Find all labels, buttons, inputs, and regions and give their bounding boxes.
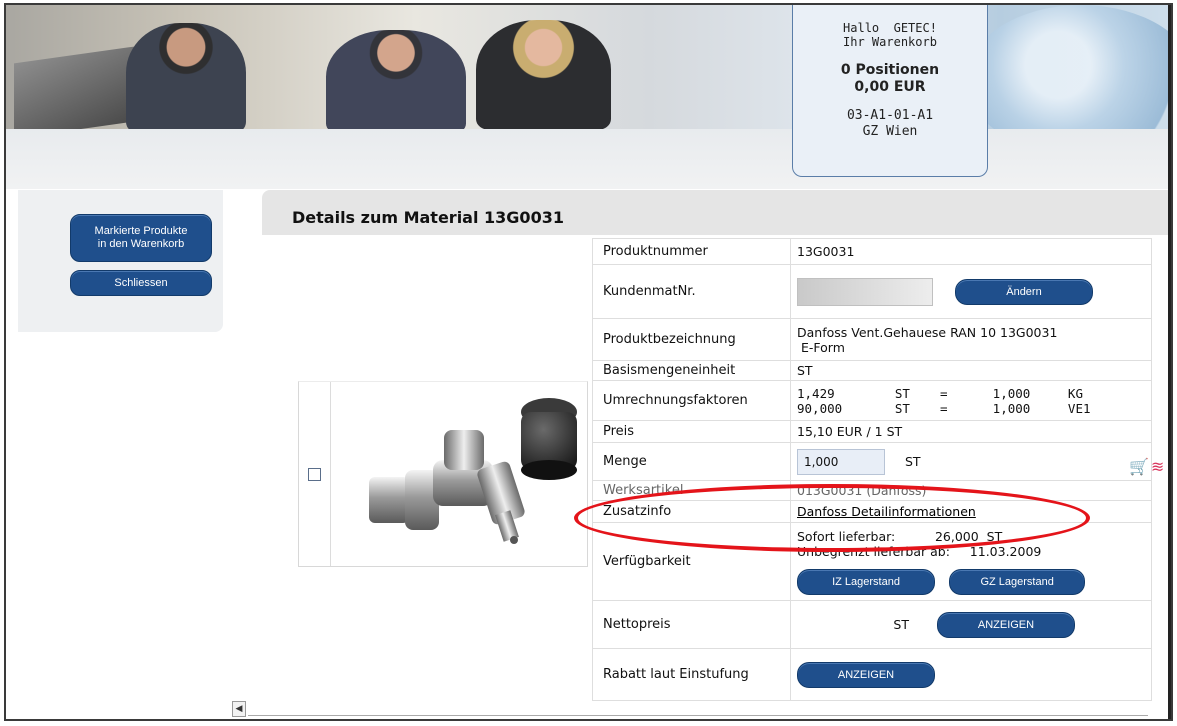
bezeichnung-line-2: E-Form — [797, 339, 845, 355]
image-divider — [330, 382, 331, 566]
laptop-image — [14, 46, 134, 139]
umrechnung-line-1: 1,429 ST = 1,000 KG — [797, 385, 1083, 401]
cart-greeting: Hallo GETEC! — [843, 21, 937, 35]
cart-positions: 0 Positionen — [840, 62, 940, 78]
rabatt-cell: ANZEIGEN — [790, 648, 1152, 701]
basis-label: Basismengeneinheit — [592, 360, 791, 381]
details-body: Produktnummer 13G0031 KundenmatNr. Änder… — [232, 235, 1171, 719]
kundenmat-input[interactable] — [797, 277, 933, 306]
rabatt-label: Rabatt laut Einstufung — [592, 648, 791, 701]
preis-value: 15,10 EUR / 1 ST — [790, 420, 1152, 443]
product-image-box — [298, 381, 588, 567]
umrechnung-value: 1,429 ST = 1,000 KG 90,000 ST = 1,000 VE1 — [790, 380, 1152, 421]
preis-label: Preis — [592, 420, 791, 443]
verfuegbarkeit-value: Sofort lieferbar: 26,000 ST Unbegrenzt l… — [790, 522, 1152, 601]
add-marked-label-2: in den Warenkorb — [97, 238, 185, 250]
table-row: Verfügbarkeit Sofort lieferbar: 26,000 S… — [592, 522, 1152, 601]
cart-code: 03-A1-01-A1 — [846, 108, 934, 123]
sidebar-panel: Markierte Produkte in den Warenkorb Schl… — [18, 190, 223, 332]
header-banner — [6, 5, 1171, 155]
nettopreis-cell: ST ANZEIGEN — [790, 600, 1152, 649]
product-info-table: Produktnummer 13G0031 KundenmatNr. Änder… — [592, 238, 1152, 701]
bezeichnung-label: Produktbezeichnung — [592, 318, 791, 361]
cart-icon[interactable]: 🛒 — [1129, 457, 1149, 476]
product-select-checkbox[interactable] — [308, 468, 321, 481]
produktnummer-value: 13G0031 — [790, 238, 1152, 265]
menge-label: Menge — [592, 442, 791, 481]
row-action-icons: 🛒 ≋ — [1129, 457, 1164, 476]
bezeichnung-line-1: Danfoss Vent.Gehauese RAN 10 13G0031 — [797, 324, 1058, 340]
menge-cell: 1,000 ST — [790, 442, 1152, 481]
nettopreis-label: Nettopreis — [592, 600, 791, 649]
werks-label: Werksartikel — [592, 480, 791, 501]
table-row: Umrechnungsfaktoren 1,429 ST = 1,000 KG 9… — [592, 380, 1152, 421]
table-row: Zusatzinfo Danfoss Detailinformationen — [592, 500, 1152, 523]
details-title: Details zum Material 13G0031 — [262, 190, 1171, 235]
add-marked-label-1: Markierte Produkte — [94, 225, 188, 237]
zusatz-cell: Danfoss Detailinformationen — [790, 500, 1152, 523]
zusatz-label: Zusatzinfo — [592, 500, 791, 523]
nettopreis-unit: ST — [893, 617, 909, 632]
kundenmat-cell: Ändern — [790, 264, 1152, 319]
table-row: Werksartikel 013G0031 (Danfoss) — [592, 480, 1152, 501]
table-row: Produktnummer 13G0031 — [592, 238, 1152, 265]
cart-branch: GZ Wien — [862, 124, 918, 139]
table-row: KundenmatNr. Ändern — [592, 264, 1152, 319]
banner-person — [476, 20, 611, 130]
banner-person — [326, 30, 466, 134]
menge-unit: ST — [904, 454, 921, 469]
produktnummer-label: Produktnummer — [592, 238, 791, 265]
table-row: Nettopreis ST ANZEIGEN — [592, 600, 1152, 649]
lagerstand-buttons: IZ Lagerstand GZ Lagerstand — [797, 568, 1145, 595]
verfuegbarkeit-line-1: Sofort lieferbar: 26,000 ST — [797, 528, 1003, 544]
scroll-left-arrow[interactable]: ◀ — [232, 701, 246, 717]
kundenmat-label: KundenmatNr. — [592, 264, 791, 319]
valve-product-image — [369, 398, 577, 544]
umrechnung-line-2: 90,000 ST = 1,000 VE1 — [797, 400, 1091, 416]
cart-amount: 0,00 EUR — [854, 79, 926, 95]
banner-fade — [6, 129, 1171, 189]
rabatt-anzeigen-button[interactable]: ANZEIGEN — [797, 661, 935, 688]
umrechnung-label: Umrechnungsfaktoren — [592, 380, 791, 421]
cart-subtitle: Ihr Warenkorb — [843, 35, 937, 49]
table-row: Basismengeneinheit ST — [592, 360, 1152, 381]
basis-value: ST — [790, 360, 1152, 381]
close-button[interactable]: Schliessen — [70, 270, 212, 296]
table-row: Menge 1,000 ST — [592, 442, 1152, 481]
app-frame: Hallo GETEC! Ihr Warenkorb 0 Positionen … — [4, 3, 1173, 721]
verfuegbarkeit-line-2: Unbegrenzt lieferbar ab: 11.03.2009 — [797, 543, 1042, 559]
werks-value: 013G0031 (Danfoss) — [790, 480, 1152, 501]
add-marked-to-cart-button[interactable]: Markierte Produkte in den Warenkorb — [70, 214, 212, 262]
banner-person — [126, 23, 246, 133]
iz-lagerstand-button[interactable]: IZ Lagerstand — [797, 568, 935, 595]
table-row: Rabatt laut Einstufung ANZEIGEN — [592, 648, 1152, 701]
fire-icon[interactable]: ≋ — [1151, 457, 1164, 476]
bezeichnung-value: Danfoss Vent.Gehauese RAN 10 13G0031 E-F… — [790, 318, 1152, 361]
quantity-input[interactable]: 1,000 — [797, 448, 885, 475]
nettopreis-anzeigen-button[interactable]: ANZEIGEN — [936, 611, 1075, 638]
table-row: Preis 15,10 EUR / 1 ST — [592, 420, 1152, 443]
table-row: Produktbezeichnung Danfoss Vent.Gehauese… — [592, 318, 1152, 361]
aendern-button[interactable]: Ändern — [954, 278, 1093, 305]
danfoss-details-link[interactable]: Danfoss Detailinformationen — [797, 504, 976, 519]
bottom-scroll-track[interactable] — [248, 715, 1148, 716]
gz-lagerstand-button[interactable]: GZ Lagerstand — [949, 568, 1086, 595]
cart-summary[interactable]: Hallo GETEC! Ihr Warenkorb 0 Positionen … — [792, 5, 988, 177]
details-panel: Details zum Material 13G0031 Produktnumm… — [232, 190, 1171, 719]
verfuegbarkeit-label: Verfügbarkeit — [592, 522, 791, 601]
